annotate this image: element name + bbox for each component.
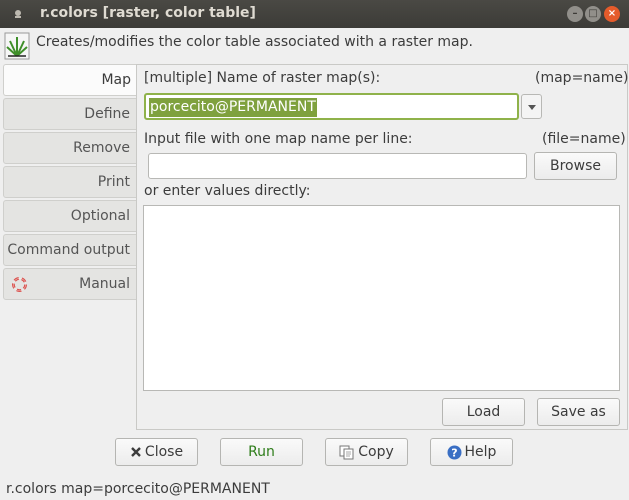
tab-remove[interactable]: Remove: [3, 132, 137, 164]
command-status: r.colors map=porcecito@PERMANENT: [6, 481, 270, 497]
tab-command-output[interactable]: Command output: [3, 234, 137, 266]
browse-label: Browse: [550, 158, 601, 174]
input-file-field[interactable]: [148, 153, 527, 179]
minimize-button[interactable]: –: [567, 6, 583, 22]
copy-icon: [339, 445, 354, 459]
raster-map-dropdown[interactable]: [521, 94, 542, 119]
tab-define[interactable]: Define: [3, 98, 137, 130]
lifebuoy-icon: [12, 277, 27, 292]
description-text: Creates/modifies the color table associa…: [36, 34, 473, 50]
module-description: Creates/modifies the color table associa…: [0, 28, 629, 62]
grass-logo-icon: [4, 32, 30, 60]
close-window-button[interactable]: ×: [604, 6, 620, 22]
direct-values-label: or enter values directly:: [144, 183, 311, 199]
help-label: Help: [464, 444, 497, 460]
direct-values-textarea[interactable]: [143, 205, 620, 391]
tab-label: Define: [84, 106, 130, 122]
raster-map-param: (map=name): [535, 70, 629, 86]
tab-label: Command output: [7, 242, 130, 258]
run-label: Run: [248, 444, 275, 460]
tab-label: Map: [101, 72, 131, 88]
load-button[interactable]: Load: [442, 398, 525, 426]
browse-button[interactable]: Browse: [534, 152, 617, 180]
tab-label: Remove: [73, 140, 130, 156]
app-menu-icon[interactable]: [13, 9, 23, 19]
help-icon: ?: [447, 445, 462, 459]
close-icon: [131, 447, 141, 457]
save-as-button[interactable]: Save as: [537, 398, 620, 426]
svg-text:?: ?: [451, 446, 457, 459]
raster-map-input[interactable]: porcecito@PERMANENT: [144, 93, 519, 120]
close-label: Close: [144, 444, 184, 460]
close-button[interactable]: Close: [115, 438, 198, 466]
raster-map-value: porcecito@PERMANENT: [149, 98, 317, 117]
run-button[interactable]: Run: [220, 438, 303, 466]
tab-map[interactable]: Map: [3, 64, 137, 96]
load-label: Load: [466, 404, 501, 420]
input-file-label: Input file with one map name per line:: [144, 131, 413, 147]
tab-label: Print: [97, 174, 130, 190]
copy-button[interactable]: Copy: [325, 438, 408, 466]
raster-map-label: [multiple] Name of raster map(s):: [144, 70, 381, 86]
help-button[interactable]: ? Help: [430, 438, 513, 466]
chevron-down-icon: [528, 105, 536, 110]
tab-print[interactable]: Print: [3, 166, 137, 198]
tab-label: Optional: [70, 208, 130, 224]
window-title: r.colors [raster, color table]: [40, 5, 256, 21]
input-file-param: (file=name): [542, 131, 626, 147]
maximize-button[interactable]: □: [585, 6, 601, 22]
save-as-label: Save as: [551, 404, 606, 420]
tab-optional[interactable]: Optional: [3, 200, 137, 232]
tab-manual[interactable]: Manual: [3, 268, 137, 300]
copy-label: Copy: [358, 444, 394, 460]
dialog-window: r.colors [raster, color table] – □ × Cre…: [0, 0, 629, 500]
tab-label: Manual: [79, 276, 130, 292]
title-bar: r.colors [raster, color table] – □ ×: [0, 0, 629, 28]
